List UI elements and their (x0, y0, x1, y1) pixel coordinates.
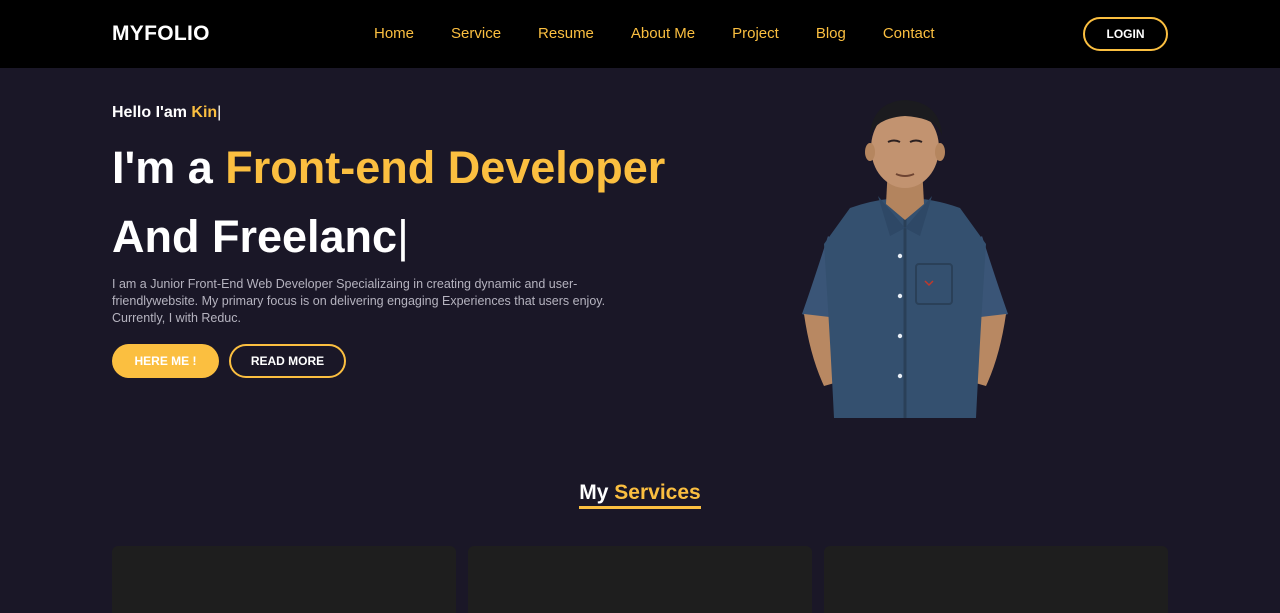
hero-typing-line: And Freelanc| (112, 211, 409, 263)
services-heading: My Services (0, 481, 1280, 509)
hero-title-prefix: I'm a (112, 142, 226, 193)
top-navbar: MYFOLIO Home Service Resume About Me Pro… (0, 0, 1280, 68)
hero-description: I am a Junior Front-End Web Developer Sp… (112, 277, 606, 325)
main-nav: Home Service Resume About Me Project Blo… (374, 25, 935, 42)
services-heading-underline: My Services (579, 481, 701, 509)
site-logo[interactable]: MYFOLIO (112, 22, 210, 46)
service-card[interactable] (468, 546, 812, 613)
nav-link-about-me[interactable]: About Me (631, 25, 695, 42)
hero-title: I'm a Front-end Developer (112, 142, 665, 194)
hero-title-role: Front-end Developer (225, 142, 666, 193)
services-heading-highlight: Services (614, 481, 701, 504)
hero-greeting: Hello I'am Kin| (112, 104, 221, 122)
hero-typing-text: And Freelanc (112, 211, 398, 262)
nav-link-project[interactable]: Project (732, 25, 779, 42)
nav-link-resume[interactable]: Resume (538, 25, 594, 42)
nav-link-contact[interactable]: Contact (883, 25, 935, 42)
nav-link-service[interactable]: Service (451, 25, 501, 42)
read-more-button[interactable]: READ MORE (229, 344, 346, 378)
services-heading-prefix: My (579, 481, 615, 504)
service-card[interactable] (112, 546, 456, 613)
hire-me-button[interactable]: HERE ME ! (112, 344, 219, 378)
nav-link-home[interactable]: Home (374, 25, 414, 42)
typing-caret: | (217, 104, 222, 121)
profile-photo (802, 100, 1008, 418)
nav-link-blog[interactable]: Blog (816, 25, 846, 42)
typing-caret-large: | (397, 211, 409, 262)
login-button[interactable]: LOGIN (1083, 17, 1168, 51)
hero-greeting-text: Hello I'am (112, 104, 192, 121)
hero-name: Kin (191, 104, 218, 121)
service-card[interactable] (824, 546, 1168, 613)
